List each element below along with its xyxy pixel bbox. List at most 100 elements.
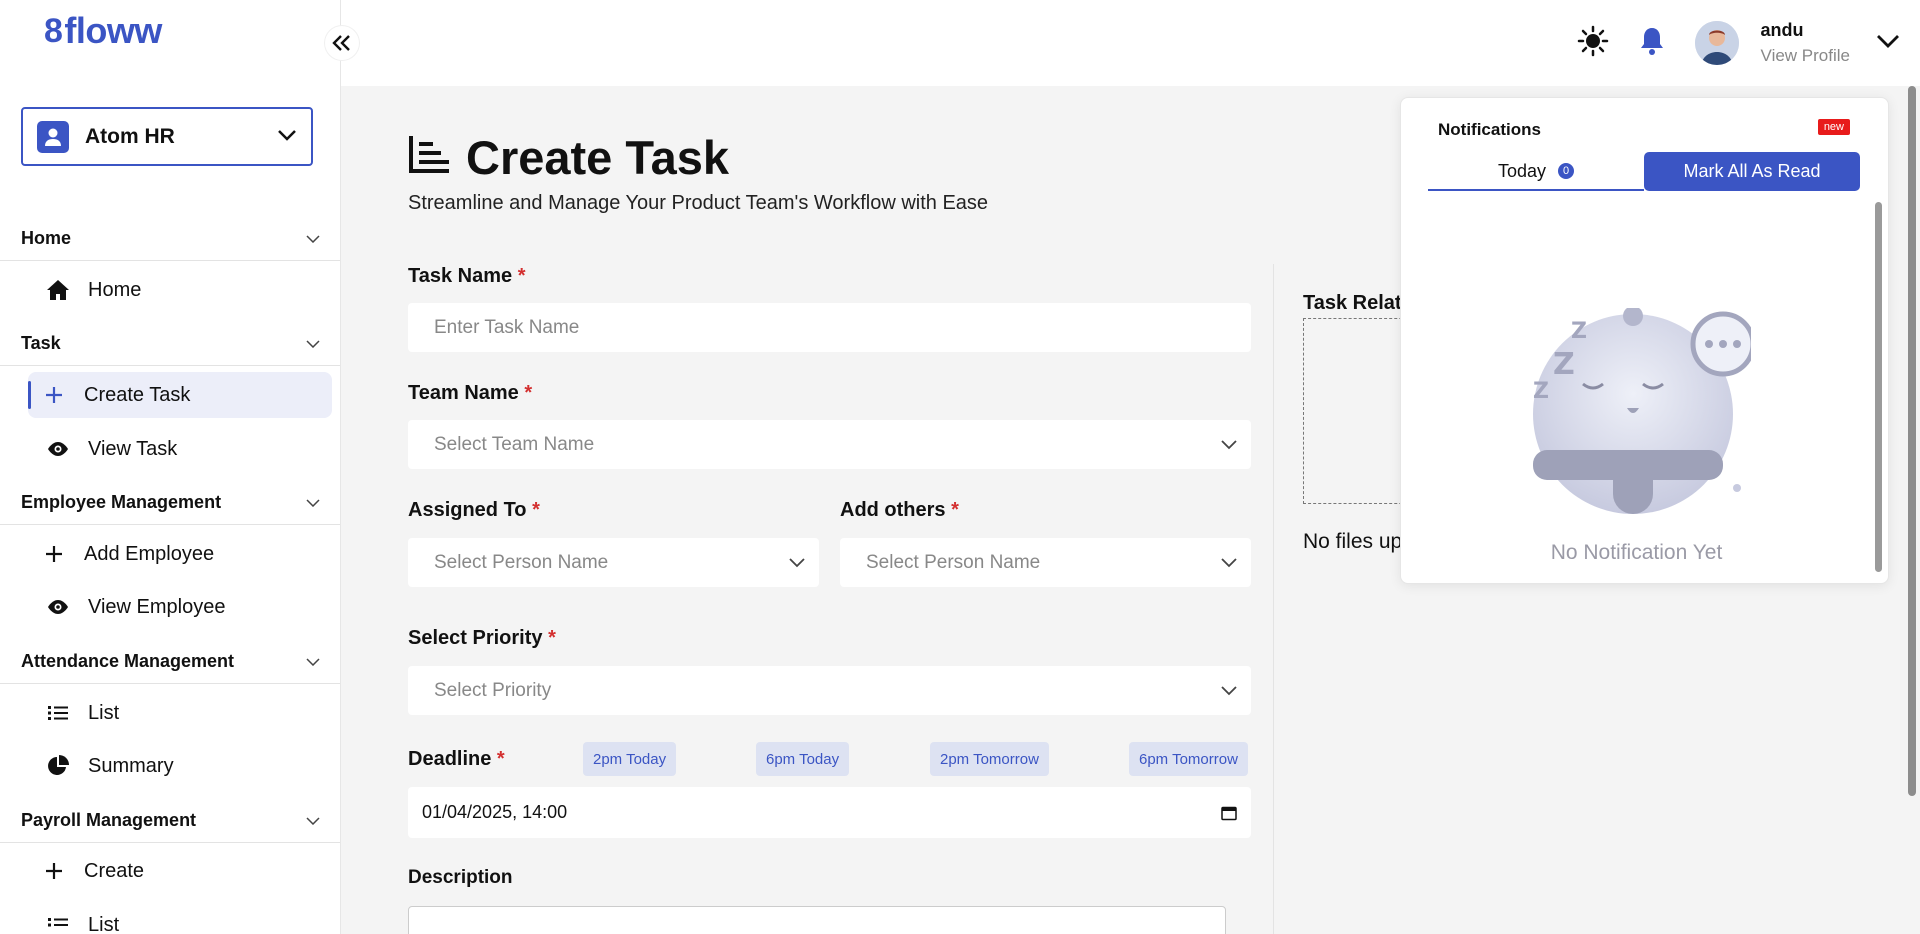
label-text: Task Name — [408, 265, 513, 287]
chip-2pm-tomorrow[interactable]: 2pm Tomorrow — [930, 742, 1049, 776]
sidebar-item-home[interactable]: Home — [28, 267, 332, 313]
priority-label: Select Priority * — [408, 627, 556, 650]
task-name-input[interactable]: Enter Task Name — [408, 303, 1251, 352]
logo-mark: 8 — [44, 11, 63, 50]
notifications-scrollbar[interactable] — [1875, 202, 1882, 572]
org-name: Atom HR — [85, 124, 175, 148]
add-others-label: Add others * — [840, 499, 959, 522]
page-scrollbar[interactable] — [1908, 86, 1916, 796]
chevron-down-icon[interactable] — [1876, 34, 1900, 53]
chip-6pm-today[interactable]: 6pm Today — [756, 742, 850, 776]
sidebar-item-view-task[interactable]: View Task — [28, 426, 332, 472]
sidebar-item-label: Create — [84, 859, 145, 882]
no-files-text: No files up — [1303, 530, 1403, 553]
sidebar-item-attendance-list[interactable]: List — [28, 690, 332, 736]
add-others-select[interactable]: Select Person Name — [840, 538, 1251, 587]
section-toggle-employee[interactable]: Employee Management — [0, 481, 340, 525]
team-name-select[interactable]: Select Team Name — [408, 420, 1251, 469]
sidebar-section-attendance: Attendance Management — [0, 640, 340, 684]
sidebar-item-payroll-list[interactable]: List — [28, 902, 332, 934]
sidebar-item-payroll-create[interactable]: Create — [28, 848, 332, 894]
sidebar-item-label: Summary — [88, 754, 174, 777]
section-toggle-payroll[interactable]: Payroll Management — [0, 799, 340, 843]
required-marker: * — [951, 499, 959, 521]
eye-icon — [46, 441, 70, 457]
svg-text:Z: Z — [1571, 319, 1587, 344]
tab-label: Today — [1497, 160, 1547, 181]
sleeping-bell-illustration: Z Z Z — [1520, 306, 1756, 533]
sidebar-item-label: Home — [88, 278, 142, 301]
list-icon — [46, 917, 70, 933]
sidebar-item-create-task[interactable]: Create Task — [28, 372, 332, 418]
mark-all-read-button[interactable]: Mark All As Read — [1644, 152, 1860, 191]
chevron-down-icon — [306, 498, 320, 507]
sidebar-item-label: View Employee — [88, 595, 226, 618]
home-icon — [46, 279, 70, 301]
section-toggle-home[interactable]: Home — [0, 217, 340, 261]
assigned-to-select[interactable]: Select Person Name — [408, 538, 819, 587]
sidebar-item-label: Create Task — [84, 383, 191, 406]
chevron-down-icon — [789, 557, 805, 567]
chevron-down-icon — [1221, 557, 1237, 567]
chevron-down-icon — [306, 816, 320, 825]
section-toggle-task[interactable]: Task — [0, 322, 340, 366]
list-icon — [46, 705, 70, 721]
label-text: Deadline — [408, 748, 492, 770]
team-name-label: Team Name * — [408, 382, 532, 405]
chevron-down-icon — [306, 657, 320, 666]
assigned-to-label: Assigned To * — [408, 499, 540, 522]
required-marker: * — [524, 382, 533, 404]
description-label: Description — [408, 867, 513, 888]
calendar-icon[interactable] — [1221, 805, 1237, 821]
label-text: Add others — [840, 499, 946, 521]
view-profile-link[interactable]: View Profile — [1761, 46, 1850, 66]
description-textarea[interactable] — [408, 906, 1226, 934]
pie-chart-icon — [46, 755, 70, 777]
required-marker: * — [517, 265, 526, 287]
page-subtitle: Streamline and Manage Your Product Team'… — [408, 192, 989, 214]
deadline-value: 01/04/2025, 14:00 — [422, 802, 568, 822]
chip-2pm-today[interactable]: 2pm Today — [583, 742, 677, 776]
required-marker: * — [548, 627, 556, 649]
top-bar: andu View Profile — [341, 0, 1920, 86]
section-title: Employee Management — [21, 492, 222, 512]
sidebar-item-view-employee[interactable]: View Employee — [28, 584, 332, 630]
collapse-sidebar-button[interactable] — [325, 26, 359, 60]
priority-select[interactable]: Select Priority — [408, 666, 1251, 715]
section-title: Task — [21, 333, 61, 353]
section-title: Attendance Management — [21, 651, 235, 671]
logo-text: floww — [64, 10, 162, 51]
add-others-placeholder: Select Person Name — [866, 551, 1041, 573]
sidebar-item-summary[interactable]: Summary — [28, 743, 332, 789]
chevron-down-icon — [277, 128, 297, 146]
user-info[interactable]: andu View Profile — [1761, 20, 1850, 66]
user-icon — [37, 120, 69, 153]
sidebar: 8 floww Atom HR Home Home Task Create Ta… — [0, 0, 341, 934]
user-name: andu — [1760, 20, 1804, 40]
avatar[interactable] — [1694, 21, 1739, 65]
top-actions: andu View Profile — [1577, 0, 1920, 86]
deadline-input[interactable]: 01/04/2025, 14:00 — [408, 787, 1251, 838]
app-logo[interactable]: 8 floww — [44, 10, 162, 52]
sidebar-item-add-employee[interactable]: Add Employee — [28, 531, 332, 577]
task-name-label: Task Name * — [408, 265, 526, 288]
svg-text:Z: Z — [1553, 347, 1575, 382]
team-name-placeholder: Select Team Name — [434, 433, 595, 455]
tab-today[interactable]: Today 0 — [1428, 153, 1644, 191]
bell-icon[interactable] — [1639, 26, 1665, 61]
priority-placeholder: Select Priority — [434, 679, 552, 701]
label-text: Assigned To — [408, 499, 527, 521]
plus-icon — [42, 545, 66, 563]
org-selector[interactable]: Atom HR — [21, 107, 313, 166]
deadline-label: Deadline * — [408, 748, 505, 771]
eye-icon — [46, 599, 70, 615]
theme-toggle-sun-icon[interactable] — [1577, 25, 1609, 62]
empty-notifications-text: No Notification Yet — [1550, 541, 1723, 564]
column-divider — [1273, 264, 1274, 934]
chip-6pm-tomorrow[interactable]: 6pm Tomorrow — [1129, 742, 1248, 776]
assigned-to-placeholder: Select Person Name — [434, 551, 609, 573]
section-toggle-attendance[interactable]: Attendance Management — [0, 640, 340, 684]
required-marker: * — [532, 499, 540, 521]
section-title: Home — [21, 228, 72, 248]
new-badge: new — [1817, 119, 1850, 135]
